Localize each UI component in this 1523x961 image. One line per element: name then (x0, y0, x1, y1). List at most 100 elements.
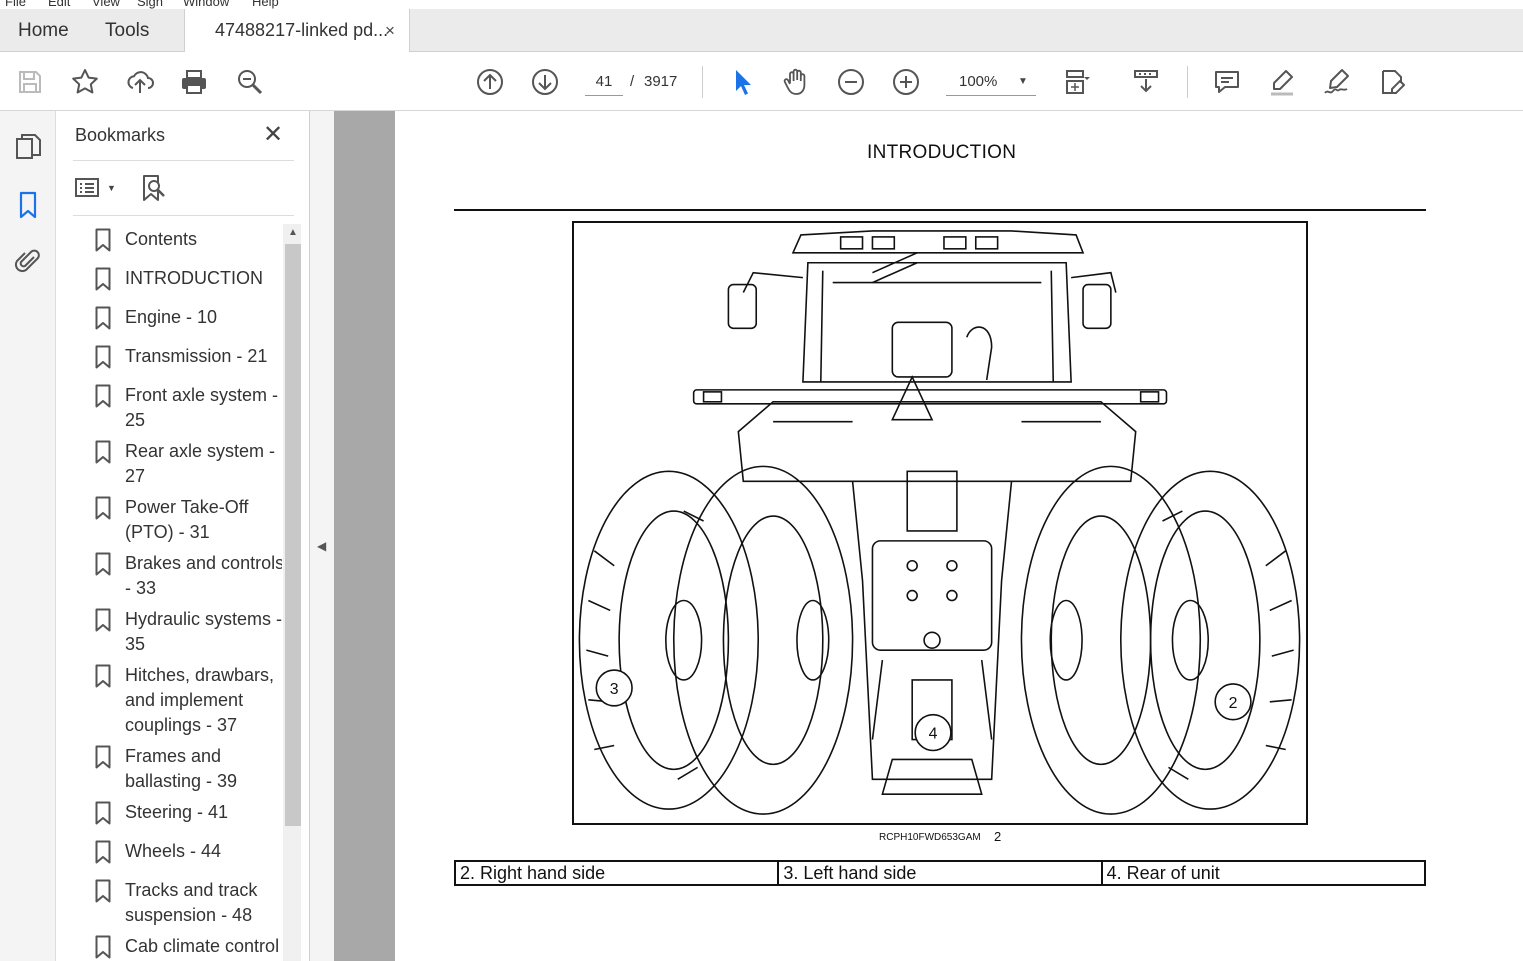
bookmarks-panel: Bookmarks ✕ ▼ Contents INTRODUCTION Engi… (56, 111, 310, 961)
sign-icon[interactable] (1319, 64, 1355, 100)
edit-pdf-icon[interactable] (1374, 64, 1410, 100)
bookmark-label: Hydraulic systems - 35 (125, 609, 282, 654)
bookmark-label: Wheels - 44 (125, 841, 222, 861)
bookmark-label: Frames and ballasting - 39 (125, 746, 238, 791)
menu-view[interactable]: View (92, 0, 120, 9)
bookmark-label: Tracks and track suspension - 48 (125, 880, 258, 925)
search-zoom-icon[interactable] (232, 64, 268, 100)
menu-file[interactable]: File (5, 0, 26, 9)
star-icon[interactable] (67, 64, 103, 100)
bookmark-panel-icon[interactable] (12, 189, 44, 221)
bookmark-icon (95, 306, 111, 330)
tractor-illustration: 3 2 4 (578, 230, 1301, 815)
bookmark-icon (95, 879, 111, 903)
bookmark-icon (95, 801, 111, 825)
total-pages: 3917 (644, 73, 678, 90)
legend-cell: 3. Left hand side (779, 862, 1103, 884)
pdf-page: INTRODUCTION 3 2 4 RCPH10FWD653GAM 2 2. … (395, 111, 1523, 961)
figure-number: 2 (994, 829, 1002, 844)
find-bookmark-icon[interactable] (140, 173, 170, 203)
bookmark-label: Steering - 41 (125, 802, 229, 822)
upload-icon[interactable] (122, 64, 158, 100)
zoom-out-icon[interactable] (833, 64, 869, 100)
bookmark-icon (95, 384, 111, 408)
figure-caption: RCPH10FWD653GAM (879, 832, 981, 843)
scroll-up-icon[interactable]: ▲ (285, 224, 301, 242)
main-toolbar: 41 / 3917 100% ▼ (0, 52, 1523, 111)
page-number-input[interactable]: 41 (585, 68, 623, 96)
callout-label: 3 (610, 681, 619, 698)
bookmark-icon (95, 496, 111, 520)
save-icon[interactable] (12, 64, 48, 100)
toolbar-divider (702, 66, 703, 98)
bookmark-list: Contents INTRODUCTION Engine - 10 Transm… (82, 224, 282, 961)
bookmark-icon (95, 745, 111, 769)
navigation-rail (0, 111, 56, 961)
menu-edit[interactable]: Edit (48, 0, 70, 9)
menu-help[interactable]: Help (252, 0, 279, 9)
divider (73, 215, 294, 216)
zoom-in-icon[interactable] (888, 64, 924, 100)
collapse-arrow-icon[interactable]: ◀ (317, 539, 326, 553)
bookmark-icon (95, 935, 111, 959)
bookmark-label: Contents (125, 229, 198, 249)
canvas-margin (334, 111, 395, 961)
menu-sign[interactable]: Sign (137, 0, 163, 9)
bookmark-icon (95, 440, 111, 464)
panel-collapse-gutter[interactable]: ◀ (310, 111, 334, 961)
scroll-mode-icon[interactable] (1128, 64, 1164, 100)
toolbar-divider (1187, 66, 1188, 98)
tab-document[interactable]: 47488217-linked pd... × (184, 9, 410, 53)
tab-home[interactable]: Home (18, 9, 69, 52)
zoom-select[interactable]: 100% ▼ (946, 68, 1036, 96)
callout-label: 4 (929, 726, 938, 743)
chevron-down-icon: ▼ (1018, 76, 1028, 87)
page-up-icon[interactable] (472, 64, 508, 100)
bookmark-label: INTRODUCTION (125, 268, 263, 288)
bookmark-label: Rear axle system - 27 (125, 441, 276, 486)
tractor-rear-figure: 3 2 4 (572, 221, 1308, 825)
page-title: INTRODUCTION (867, 142, 1017, 163)
select-cursor-icon[interactable] (723, 64, 759, 100)
page-down-icon[interactable] (527, 64, 563, 100)
legend-cell: 4. Rear of unit (1106, 863, 1220, 883)
bookmark-icon (95, 608, 111, 632)
bookmark-label: Cab climate control (125, 936, 280, 956)
bookmark-label: Transmission - 21 (125, 346, 268, 366)
scrollbar-thumb[interactable] (285, 244, 301, 826)
bookmark-icon (95, 267, 111, 291)
print-icon[interactable] (176, 64, 212, 100)
menu-bar: File Edit View Sign Window Help (0, 0, 1523, 9)
bookmark-label: Brakes and controls - 33 (125, 553, 282, 598)
attachment-icon[interactable] (12, 245, 44, 277)
bookmark-icon (95, 345, 111, 369)
menu-window[interactable]: Window (183, 0, 229, 9)
document-tab-label: 47488217-linked pd... (215, 20, 389, 40)
bookmark-label: Hitches, drawbars, and implement couplin… (125, 665, 275, 735)
page-separator: / (630, 73, 635, 90)
fit-page-icon[interactable] (1058, 64, 1094, 100)
close-panel-icon[interactable]: ✕ (263, 120, 283, 149)
divider (73, 160, 294, 161)
close-tab-icon[interactable]: × (385, 9, 395, 52)
highlight-icon[interactable] (1264, 64, 1300, 100)
chevron-down-icon: ▼ (107, 183, 116, 193)
bookmark-label: Engine - 10 (125, 307, 218, 327)
title-rule (454, 209, 1426, 211)
tab-tools[interactable]: Tools (105, 9, 149, 52)
bookmark-icon (95, 840, 111, 864)
comment-icon[interactable] (1209, 64, 1245, 100)
bookmark-icon (95, 228, 111, 252)
callout-label: 2 (1229, 695, 1238, 712)
legend-cell: 2. Right hand side (456, 862, 780, 884)
bookmark-options-button[interactable]: ▼ (75, 173, 116, 203)
bookmark-icon (95, 664, 111, 688)
pages-icon[interactable] (12, 131, 44, 163)
bookmark-icon (95, 552, 111, 576)
bookmark-label: Power Take-Off (PTO) - 31 (125, 497, 249, 542)
hand-icon[interactable] (778, 64, 814, 100)
bookmarks-title: Bookmarks (75, 125, 166, 145)
zoom-value: 100% (959, 73, 998, 90)
bookmark-label: Front axle system - 25 (125, 385, 279, 430)
tab-bar: Home Tools 47488217-linked pd... × (0, 9, 1523, 53)
